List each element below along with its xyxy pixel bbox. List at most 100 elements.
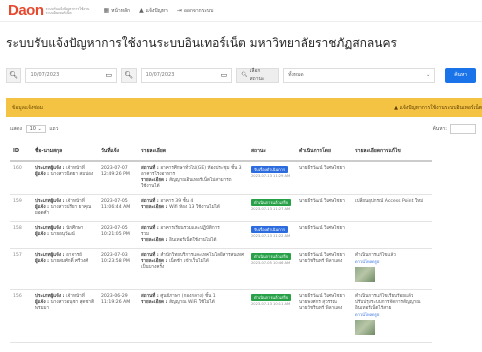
cell-name: ประเภทผู้แจ้ง : อาจารย์ ผู้แจ้ง : นายสมศั… — [32, 248, 98, 290]
col-fix[interactable]: รายละเอียดการแก้ไข — [352, 142, 432, 162]
detail-line-value: ศูนย์ภาษา (กองกลาง) ชั้น 1 — [160, 294, 216, 299]
col-handler[interactable]: ดำเนินการโดย — [296, 142, 352, 162]
detail-line-label: สถานที่ : — [141, 294, 161, 299]
col-detail[interactable]: รายละเอียด — [138, 142, 248, 162]
name-line-label: ประเภทผู้แจ้ง : — [35, 253, 67, 258]
panel-header: ข้อมูลแจ้งซ่อม ▲ แจ้งปัญหาการใช้งานระบบอ… — [6, 98, 482, 117]
cell-status: รับเรื่องดำเนินการ 2023-07-13 11:22 AM — [248, 221, 296, 249]
cell-status: ดำเนินการแล้วเสร็จ 2023-07-13 11:27 AM — [248, 194, 296, 222]
cell-status: ดำเนินการแล้วเสร็จ 2023-07-13 10:11 AM — [248, 289, 296, 343]
detail-line: รายละเอียด : อินเทอร์เน็ตใช้งานไม่ได้ — [141, 238, 245, 244]
detail-line-value: อาคาร 39 ชั้น 4 — [160, 199, 194, 204]
status-date: 2023-07-13 10:11 AM — [251, 302, 291, 306]
table-row: 158 ประเภทผู้แจ้ง : นักศึกษา ผู้แจ้ง : นาย… — [10, 221, 432, 249]
col-name[interactable]: ชื่อ-นามสกุล — [32, 142, 98, 162]
status-filter-label: 🔍︎ เลือกสถานะ — [236, 67, 280, 83]
col-date[interactable]: วันที่แจ้ง — [98, 142, 138, 162]
cell-id: 158 — [10, 221, 32, 249]
cell-handler: นายธีรวัฒน์ วิเศษไชยา นายวัชรินทร์ พิลาแด… — [296, 248, 352, 290]
table-row: 157 ประเภทผู้แจ้ง : อาจารย์ ผู้แจ้ง : นายส… — [10, 248, 432, 290]
top-navbar: Daon ระบบรับแจ้งปัญหาการใช้งานระบบอินเทอ… — [0, 0, 482, 22]
grid-icon: ▦ — [103, 7, 110, 14]
col-status[interactable]: สถานะ — [248, 142, 296, 162]
report-problem-link[interactable]: ▲ แจ้งปัญหาการใช้งานระบบอินเทอร์เน็ต — [394, 104, 482, 112]
nav-logout[interactable]: ⇥ ออกจากระบบ — [177, 7, 214, 15]
detail-line-value: Wifi ห้อง 13 ใช้งานไม่ได้ — [169, 205, 220, 210]
table-row: 159 ประเภทผู้แจ้ง : เจ้าหน้าที่ ผู้แจ้ง : … — [10, 194, 432, 222]
name-line: ผู้แจ้ง : นายอนุวัฒน์ — [35, 232, 95, 238]
status-badge: รับเรื่องดำเนินการ — [251, 226, 289, 233]
status-date: 2023-07-13 11:27 AM — [251, 207, 291, 211]
handler-line: นายวัชรินทร์ พิลาแดง — [299, 306, 343, 311]
calendar-icon[interactable]: ▭ — [221, 71, 228, 79]
nav-report-problem[interactable]: ▲ แจ้งปัญหา — [139, 7, 168, 15]
detail-line-value: เน็ตช้า เข้าเว็บไม่ได้ — [169, 259, 209, 264]
name-line-value: อาจารย์ — [66, 253, 82, 258]
search-submit-button[interactable]: ค้นหา — [445, 67, 477, 83]
name-line-label: ประเภทผู้แจ้ง : — [35, 166, 67, 171]
detail-line-label: รายละเอียด : — [141, 178, 170, 183]
fix-photo-thumbnail[interactable] — [355, 267, 375, 282]
nav-report-label: แจ้งปัญหา — [145, 7, 168, 14]
detail-line-value: อาคารศึกษาทั่วไป(GE) ห้องประชุม ชั้น 3 — [160, 166, 242, 171]
name-line-value: นายอนุวัฒน์ — [50, 232, 75, 237]
cell-status: รับเรื่องดำเนินการ 2023-07-13 11:29 AM — [248, 161, 296, 195]
cell-name: ประเภทผู้แจ้ง : เจ้าหน้าที่ ผู้แจ้ง : นาง… — [32, 194, 98, 222]
nav-home[interactable]: ▦ หน้าหลัก — [104, 7, 131, 15]
col-id[interactable]: ID — [10, 142, 32, 162]
cell-date: 2023-07-03 10:23:58 PM — [98, 248, 138, 290]
name-line-label: ประเภทผู้แจ้ง : — [35, 199, 67, 204]
cell-detail: สถานที่ : สำนักวิทยบริการและเทคโนโลยีสาร… — [138, 248, 248, 290]
name-line: ผู้แจ้ง : นายสมศักดิ์ ศรีวงศ์ — [35, 259, 95, 265]
name-line-value: นายสมศักดิ์ ศรีวงศ์ — [50, 259, 89, 264]
name-line-value: นางสาวอนุชา สุดชาติ — [50, 300, 95, 305]
calendar-icon[interactable]: ▭ — [106, 71, 113, 79]
name-line-label: ประเภทผู้แจ้ง : — [35, 294, 67, 299]
start-date-input[interactable]: 10/07/2023 ▭ — [25, 67, 118, 83]
cell-date: 2023-07-07 12:49:26 PM — [98, 161, 138, 195]
cell-handler: นายธีรวัฒน์ วิเศษไชยา — [296, 161, 352, 195]
name-line: ผู้แจ้ง : นางสาวนิตยา สมปอง — [35, 172, 95, 178]
status-date: 2023-07-13 11:29 AM — [251, 174, 291, 178]
search-icon: 🔍︎ — [241, 72, 248, 78]
detail-line-label: รายละเอียด : — [141, 300, 170, 305]
name-line-label: ผู้แจ้ง : — [35, 232, 51, 237]
cell-fix: เปลี่ยนอุปกรณ์ Access Point ใหม่ — [352, 194, 432, 222]
status-badge: ดำเนินการแล้วเสร็จ — [251, 253, 292, 260]
name-line-label: ผู้แจ้ง : — [35, 259, 51, 264]
detail-line: รายละเอียด : Wifi ห้อง 13 ใช้งานไม่ได้ — [141, 205, 245, 211]
cell-date: 2023-07-05 11:06:44 AM — [98, 194, 138, 222]
download-image-link[interactable]: ดาวน์โหลดรูป — [355, 259, 429, 265]
fix-photo-thumbnail[interactable] — [355, 320, 375, 335]
detail-line-label: สถานที่ : — [141, 166, 161, 171]
page-length-control: แสดง 10 ⌄ แถว — [10, 125, 59, 133]
end-date-input[interactable]: 10/07/2023 ▭ — [140, 67, 233, 83]
cell-fix — [352, 161, 432, 195]
download-image-link[interactable]: ดาวน์โหลดรูป — [355, 312, 429, 318]
status-select[interactable]: ทั้งหมด ⌄ — [283, 67, 436, 83]
name-line-label: ผู้แจ้ง : — [35, 300, 51, 305]
detail-line-value: สัญญาณ WiFi ใช้ไม่ได้ — [169, 300, 215, 305]
table-row: 156 ประเภทผู้แจ้ง : เจ้าหน้าที่ ผู้แจ้ง : … — [10, 289, 432, 343]
table-search-input[interactable] — [450, 124, 476, 134]
search-icon[interactable]: 🔍︎ — [6, 67, 22, 83]
search-icon[interactable]: 🔍︎ — [121, 67, 137, 83]
detail-line-label: รายละเอียด : — [141, 238, 170, 243]
table-row: 160 ประเภทผู้แจ้ง : เจ้าหน้าที่ ผู้แจ้ง : … — [10, 161, 432, 195]
cell-name: ประเภทผู้แจ้ง : เจ้าหน้าที่ ผู้แจ้ง : นาง… — [32, 289, 98, 343]
cell-id: 159 — [10, 194, 32, 222]
cell-status: ดำเนินการแล้วเสร็จ 2023-07-05 10:46 AM — [248, 248, 296, 290]
end-date-value: 10/07/2023 — [145, 72, 175, 78]
cell-handler: นายธีรวัฒน์ วิเศษไชยา — [296, 194, 352, 222]
app-logo[interactable]: Daon — [8, 2, 44, 19]
status-badge: ดำเนินการแล้วเสร็จ — [251, 199, 292, 206]
table-header-row: ID ชื่อ-นามสกุล วันที่แจ้ง รายละเอียด สถ… — [10, 142, 432, 162]
name-line-label: ผู้แจ้ง : — [35, 205, 51, 210]
status-badge: รับเรื่องดำเนินการ — [251, 166, 289, 173]
reports-table: ID ชื่อ-นามสกุล วันที่แจ้ง รายละเอียด สถ… — [10, 142, 432, 343]
page-length-select[interactable]: 10 ⌄ — [25, 125, 46, 133]
detail-line-label: รายละเอียด : — [141, 259, 170, 264]
name-line: ยอดคำ — [35, 211, 50, 216]
cell-detail: สถานที่ : อาคารเรียนรวมและปฏิบัติการ รวมร… — [138, 221, 248, 249]
logout-icon: ⇥ — [176, 7, 182, 14]
